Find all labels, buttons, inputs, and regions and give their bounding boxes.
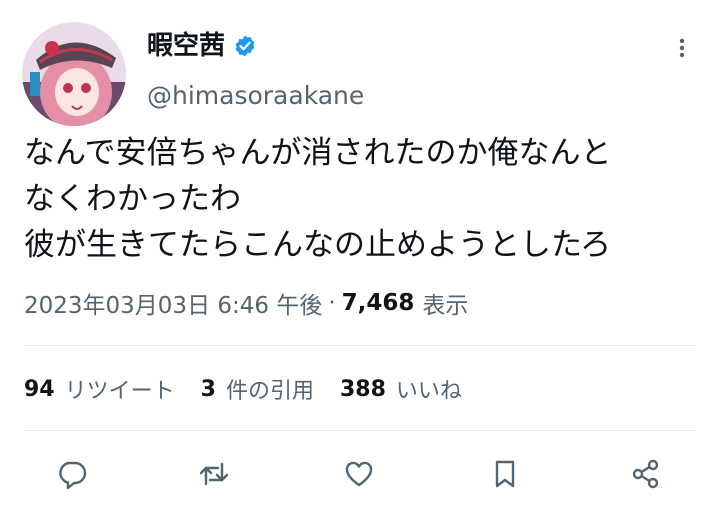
quotes-stat[interactable]: 3 件の引用 [201,373,314,405]
share-icon[interactable] [628,456,664,492]
reply-icon[interactable] [54,456,90,492]
divider [24,345,696,346]
divider [24,430,696,431]
engagement-stats: 94 リツイート 3 件の引用 388 いいね [24,368,488,410]
likes-stat[interactable]: 388 いいね [340,373,462,405]
tweet-text-line: 彼が生きてたらこんなの止めようとしたろ [24,227,612,263]
verified-badge-icon [233,34,257,58]
display-name[interactable]: 暇空茜 [147,28,225,64]
user-handle[interactable]: @himasoraakane [147,79,364,113]
views-count: 7,468 [341,290,415,316]
avatar[interactable] [22,22,126,126]
timestamp[interactable]: 2023年03月03日 6:46 午後 [24,286,322,320]
avatar-image [22,22,126,126]
meta-separator: · [328,290,336,316]
tweet-text: なんで安倍ちゃんが消されたのか俺なんと なくわかったわ 彼が生きてたらこんなの止… [24,130,704,268]
bookmark-icon[interactable] [487,456,523,492]
likes-count: 388 [339,376,386,402]
more-options-icon[interactable] [668,32,696,64]
retweets-label: リツイート [64,379,175,404]
quotes-label: 件の引用 [225,379,314,404]
retweets-count: 94 [24,376,55,402]
likes-label: いいね [395,379,462,404]
heart-icon[interactable] [341,456,377,492]
tweet-meta: 2023年03月03日 6:46 午後 · 7,468 表示 [24,282,468,324]
action-bar [0,448,718,498]
author-name-row: 暇空茜 [147,28,257,64]
tweet-text-line: なくわかったわ [24,181,241,217]
tweet-text-line: なんで安倍ちゃんが消されたのか俺なんと [24,135,612,171]
retweets-stat[interactable]: 94 リツイート [24,373,175,405]
retweet-icon[interactable] [196,456,232,492]
quotes-count: 3 [200,376,216,402]
views-label: 表示 [422,293,469,319]
